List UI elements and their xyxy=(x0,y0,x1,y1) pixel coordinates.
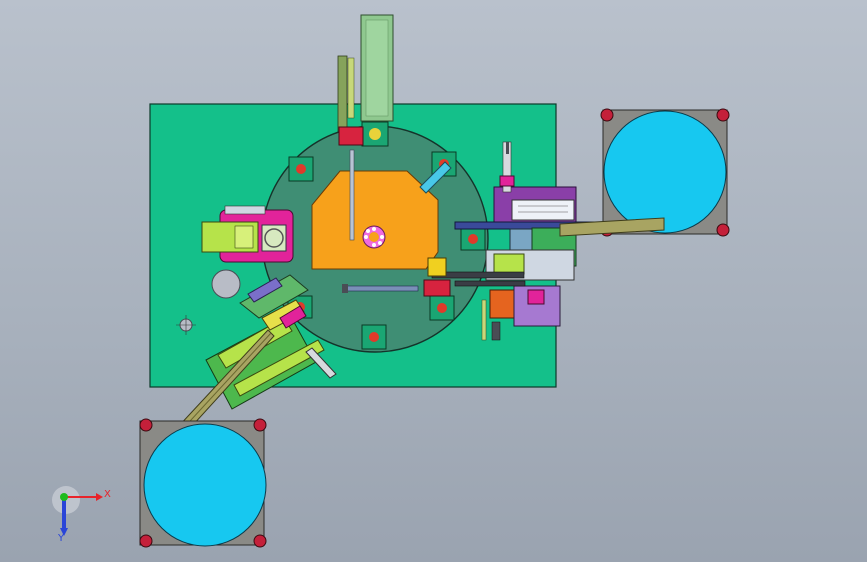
center-hub xyxy=(362,225,386,249)
center-plate[interactable] xyxy=(311,170,439,270)
top-vertical-arm-2 xyxy=(347,57,355,119)
ne-feeder-bowl[interactable] xyxy=(600,108,730,237)
south-rod[interactable] xyxy=(343,285,419,292)
fixture-s[interactable] xyxy=(361,324,387,350)
right-station-top[interactable] xyxy=(493,186,577,226)
top-gripper[interactable] xyxy=(338,126,364,146)
left-station-top-bar xyxy=(224,205,266,215)
east-push-rod-2 xyxy=(454,280,526,287)
right-down-rod-2 xyxy=(491,321,501,341)
x-axis-label: X xyxy=(104,489,111,500)
sw-feeder-bowl[interactable] xyxy=(139,418,267,548)
fixture-se[interactable] xyxy=(429,295,455,321)
top-rail-inner xyxy=(365,19,389,117)
fixture-nw[interactable] xyxy=(288,156,314,182)
right-lime-block xyxy=(493,253,525,275)
y-axis-label: Y xyxy=(57,533,65,544)
right-magenta-tab xyxy=(527,289,545,305)
right-down-rod xyxy=(481,299,487,341)
fixture-e[interactable] xyxy=(460,227,486,251)
left-station-clamp-jaw xyxy=(234,225,254,249)
fixture-top[interactable] xyxy=(361,121,389,147)
cad-viewport[interactable]: X Y xyxy=(0,0,867,562)
coordinate-triad: X Y xyxy=(52,486,111,544)
gray-disc xyxy=(211,269,241,299)
top-slide-rod xyxy=(349,149,355,241)
south-rod-tip xyxy=(342,284,348,293)
